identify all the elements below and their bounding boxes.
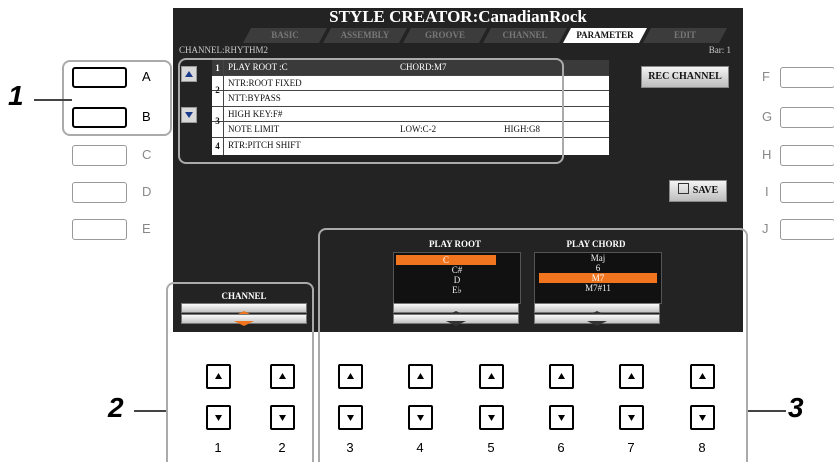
button-g[interactable]: [780, 107, 834, 128]
up-arrow-icon: [347, 373, 354, 379]
up-arrow-icon: [628, 373, 635, 379]
down-arrow-icon: [215, 415, 222, 421]
button-i-label: I: [765, 184, 769, 199]
button-number-label: 5: [487, 440, 495, 455]
down-button-1[interactable]: [206, 405, 231, 430]
down-button-6[interactable]: [549, 405, 574, 430]
button-h-label: H: [762, 147, 772, 162]
button-e[interactable]: [72, 219, 127, 240]
down-button-3[interactable]: [338, 405, 363, 430]
up-button-8[interactable]: [690, 364, 715, 389]
callout-2: 2: [108, 392, 124, 423]
button-d-label: D: [142, 184, 152, 199]
up-arrow-icon: [279, 373, 286, 379]
callout-3: 3: [788, 392, 804, 423]
up-arrow-icon: [215, 373, 222, 379]
up-arrow-icon: [699, 373, 706, 379]
down-button-4[interactable]: [408, 405, 433, 430]
callout-1-highlight: [178, 58, 564, 164]
button-c[interactable]: [72, 145, 127, 166]
button-number-label: 7: [627, 440, 635, 455]
save-label: SAVE: [692, 185, 719, 196]
up-button-3[interactable]: [338, 364, 363, 389]
down-arrow-icon: [628, 415, 635, 421]
tab-edit[interactable]: EDIT: [643, 28, 727, 43]
button-b[interactable]: [72, 107, 127, 128]
button-number-label: 4: [416, 440, 424, 455]
up-button-7[interactable]: [619, 364, 644, 389]
down-arrow-icon: [279, 415, 286, 421]
button-d[interactable]: [72, 182, 127, 203]
button-a-label: A: [142, 69, 151, 84]
rec-channel-button[interactable]: REC CHANNEL: [641, 66, 729, 88]
button-b-label: B: [142, 109, 151, 124]
save-button[interactable]: SAVE: [669, 180, 727, 202]
bar-info: Bar: 1: [708, 45, 731, 55]
button-j-label: J: [762, 221, 769, 236]
up-arrow-icon: [417, 373, 424, 379]
up-button-2[interactable]: [270, 364, 295, 389]
down-button-7[interactable]: [619, 405, 644, 430]
up-arrow-icon: [488, 373, 495, 379]
button-number-label: 1: [214, 440, 222, 455]
up-button-5[interactable]: [479, 364, 504, 389]
callout-2-line: [134, 410, 166, 412]
down-arrow-icon: [417, 415, 424, 421]
button-e-label: E: [142, 221, 151, 236]
button-number-label: 2: [278, 440, 286, 455]
button-a[interactable]: [72, 67, 127, 88]
callout-1: 1: [8, 80, 24, 111]
button-i[interactable]: [780, 182, 834, 203]
channel-info: CHANNEL:RHYTHM2: [179, 45, 268, 55]
callout-3-highlight: [318, 228, 748, 462]
button-number-label: 6: [557, 440, 565, 455]
down-arrow-icon: [488, 415, 495, 421]
down-button-2[interactable]: [270, 405, 295, 430]
button-f[interactable]: [780, 67, 834, 88]
tab-parameter[interactable]: PARAMETER: [563, 28, 647, 43]
callout-1-line: [34, 99, 72, 101]
button-c-label: C: [142, 147, 152, 162]
button-number-label: 3: [346, 440, 354, 455]
button-f-label: F: [762, 69, 770, 84]
up-button-1[interactable]: [206, 364, 231, 389]
down-arrow-icon: [699, 415, 706, 421]
down-arrow-icon: [558, 415, 565, 421]
tab-groove[interactable]: GROOVE: [403, 28, 487, 43]
down-arrow-icon: [347, 415, 354, 421]
button-number-label: 8: [698, 440, 706, 455]
tab-assembly[interactable]: ASSEMBLY: [323, 28, 407, 43]
up-button-4[interactable]: [408, 364, 433, 389]
callout-3-line: [748, 410, 786, 412]
up-arrow-icon: [558, 373, 565, 379]
button-j[interactable]: [780, 219, 834, 240]
tab-channel[interactable]: CHANNEL: [483, 28, 567, 43]
button-h[interactable]: [780, 145, 834, 166]
up-button-6[interactable]: [549, 364, 574, 389]
tab-basic[interactable]: BASIC: [243, 28, 327, 43]
down-button-5[interactable]: [479, 405, 504, 430]
down-button-8[interactable]: [690, 405, 715, 430]
button-g-label: G: [762, 109, 773, 124]
screen-title: STYLE CREATOR:CanadianRock: [329, 8, 587, 26]
floppy-icon: [677, 183, 689, 194]
